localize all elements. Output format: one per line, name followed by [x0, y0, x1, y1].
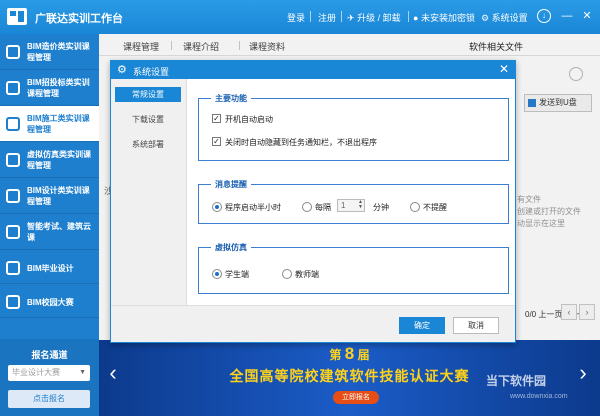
- graduation-cap-icon: [6, 261, 20, 275]
- student-client-label: 学生端: [225, 270, 249, 279]
- sidebar-item-label: 虚拟仿真类实训课程管理: [27, 150, 91, 170]
- group-title: 主要功能: [211, 93, 251, 104]
- title-bar: 广联达实训工作台 登录 注册 ✈ 升级 / 卸载 ● 未安装加密锁 ⚙ 系统设置…: [0, 0, 600, 34]
- banner-session-prefix: 第: [329, 348, 342, 362]
- sidebar-item-virtual[interactable]: 虚拟仿真类实训课程管理: [0, 142, 99, 178]
- group-title: 消息提醒: [211, 179, 251, 190]
- dialog-nav: 常规设置 下载设置 系统部署: [111, 79, 187, 305]
- interval-value: 1: [341, 201, 346, 210]
- gear-icon: ⚙: [117, 64, 127, 76]
- reminder-none-radio[interactable]: [410, 202, 420, 212]
- virtual-sim-group: 虚拟仿真 学生端 教师端: [198, 242, 509, 294]
- auto-start-checkbox[interactable]: ✓: [212, 114, 221, 123]
- banner-session-suffix: 届: [357, 348, 370, 362]
- hammer-icon: [6, 81, 20, 95]
- interval-unit: 分钟: [373, 203, 389, 212]
- main-functions-group: 主要功能 ✓ 开机自动启动 ✓ 关闭时自动隐藏到任务通知栏，不退出程序: [198, 93, 509, 161]
- nav-system-deploy[interactable]: 系统部署: [115, 137, 181, 152]
- sidebar-item-label: BIM毕业设计: [27, 264, 74, 273]
- reminder-half-hour-label: 程序启动半小时: [225, 203, 281, 212]
- contest-select-value: 毕业设计大赛: [12, 368, 60, 377]
- app-title: 广联达实训工作台: [35, 13, 123, 25]
- banner-session-number: 8: [344, 344, 355, 363]
- hide-to-tray-label: 关闭时自动隐藏到任务通知栏，不退出程序: [225, 138, 377, 147]
- auto-start-label: 开机自动启动: [225, 115, 273, 124]
- enroll-title: 报名通道: [31, 350, 68, 360]
- reminder-interval-label: 每隔: [315, 203, 331, 212]
- settings-link[interactable]: ⚙ 系统设置: [481, 11, 528, 24]
- chevron-down-icon: ▼: [79, 369, 86, 376]
- interval-stepper[interactable]: 1 ▲ ▼: [337, 199, 365, 212]
- sidebar-item-graduation[interactable]: BIM毕业设计: [0, 250, 99, 284]
- student-client-radio[interactable]: [212, 269, 222, 279]
- sidebar-item-construction[interactable]: BIM施工类实训课程管理: [0, 106, 99, 142]
- reminder-group: 消息提醒 程序启动半小时 每隔 1 ▲ ▼ 分钟 不提醒: [198, 179, 509, 224]
- register-link[interactable]: 注册: [318, 11, 336, 24]
- upgrade-label: 升级 / 卸载: [357, 13, 401, 23]
- banner-session: 第 8 届: [99, 344, 600, 364]
- enroll-panel: 报名通道 毕业设计大赛 ▼ 点击报名: [0, 339, 99, 416]
- trophy-icon: [6, 295, 20, 309]
- sidebar-item-bidding[interactable]: BIM招投标类实训课程管理: [0, 70, 99, 106]
- building-icon: [6, 117, 20, 131]
- sidebar-item-design[interactable]: BIM设计类实训课程管理: [0, 178, 99, 214]
- enroll-button[interactable]: 点击报名: [8, 390, 90, 408]
- sidebar-item-label: BIM造价类实训课程管理: [27, 42, 90, 62]
- reminder-interval-radio[interactable]: [302, 202, 312, 212]
- banner-signup-button[interactable]: 立即报名: [333, 391, 379, 404]
- close-button[interactable]: ✕: [580, 9, 594, 23]
- ok-button[interactable]: 确定: [399, 317, 445, 334]
- sidebar-item-contest[interactable]: BIM校园大赛: [0, 284, 99, 318]
- dialog-title: 系统设置: [133, 67, 170, 77]
- sidebar-item-cost[interactable]: BIM造价类实训课程管理: [0, 34, 99, 70]
- sidebar: BIM造价类实训课程管理 BIM招投标类实训课程管理 BIM施工类实训课程管理 …: [0, 34, 99, 416]
- teacher-client-label: 教师端: [295, 270, 319, 279]
- sidebar-item-label: BIM招投标类实训课程管理: [27, 78, 90, 98]
- divider: [408, 11, 409, 22]
- sidebar-item-label: BIM施工类实训课程管理: [27, 114, 90, 134]
- lock-status[interactable]: ● 未安装加密锁: [413, 11, 475, 24]
- reminder-none-label: 不提醒: [423, 203, 447, 212]
- minimize-button[interactable]: —: [560, 9, 574, 23]
- reminder-half-hour-radio[interactable]: [212, 202, 222, 212]
- settings-label: 系统设置: [491, 13, 528, 23]
- upgrade-link[interactable]: ✈ 升级 / 卸载: [347, 11, 401, 24]
- rocket-icon: ✈: [347, 13, 355, 23]
- dialog-footer: 确定 取消: [111, 305, 515, 342]
- watermark-text: 当下软件园: [486, 374, 547, 388]
- design-icon: [6, 189, 20, 203]
- exam-icon: [6, 225, 20, 239]
- money-icon: [6, 45, 20, 59]
- contest-select[interactable]: 毕业设计大赛 ▼: [8, 365, 90, 381]
- cancel-button[interactable]: 取消: [453, 317, 499, 334]
- hide-to-tray-checkbox[interactable]: ✓: [212, 137, 221, 146]
- lock-icon: ●: [413, 13, 419, 23]
- lock-label: 未安装加密锁: [420, 13, 475, 23]
- watermark-url: www.downxia.com: [510, 393, 568, 400]
- divider: [341, 11, 342, 22]
- sidebar-item-label: BIM设计类实训课程管理: [27, 186, 90, 206]
- close-icon[interactable]: ✕: [499, 63, 509, 76]
- sidebar-item-exam[interactable]: 智能考试、建筑云课: [0, 214, 99, 250]
- sidebar-item-label: 智能考试、建筑云课: [27, 222, 91, 242]
- login-link[interactable]: 登录: [287, 11, 305, 24]
- divider: [310, 11, 311, 22]
- vr-icon: [6, 153, 20, 167]
- gear-icon: ⚙: [481, 13, 490, 23]
- dialog-title-bar: ⚙ 系统设置 ✕: [111, 61, 515, 79]
- download-icon[interactable]: ↓: [537, 9, 551, 23]
- nav-general-settings[interactable]: 常规设置: [115, 87, 181, 102]
- stepper-arrows-icon[interactable]: ▲ ▼: [358, 200, 363, 210]
- app-logo: [7, 8, 27, 25]
- system-settings-dialog: ⚙ 系统设置 ✕ 常规设置 下载设置 系统部署 主要功能 ✓ 开机自动启动 ✓ …: [110, 60, 516, 343]
- teacher-client-radio[interactable]: [282, 269, 292, 279]
- sidebar-item-label: BIM校园大赛: [27, 298, 74, 307]
- group-title: 虚拟仿真: [211, 242, 251, 253]
- nav-download-settings[interactable]: 下载设置: [115, 112, 181, 127]
